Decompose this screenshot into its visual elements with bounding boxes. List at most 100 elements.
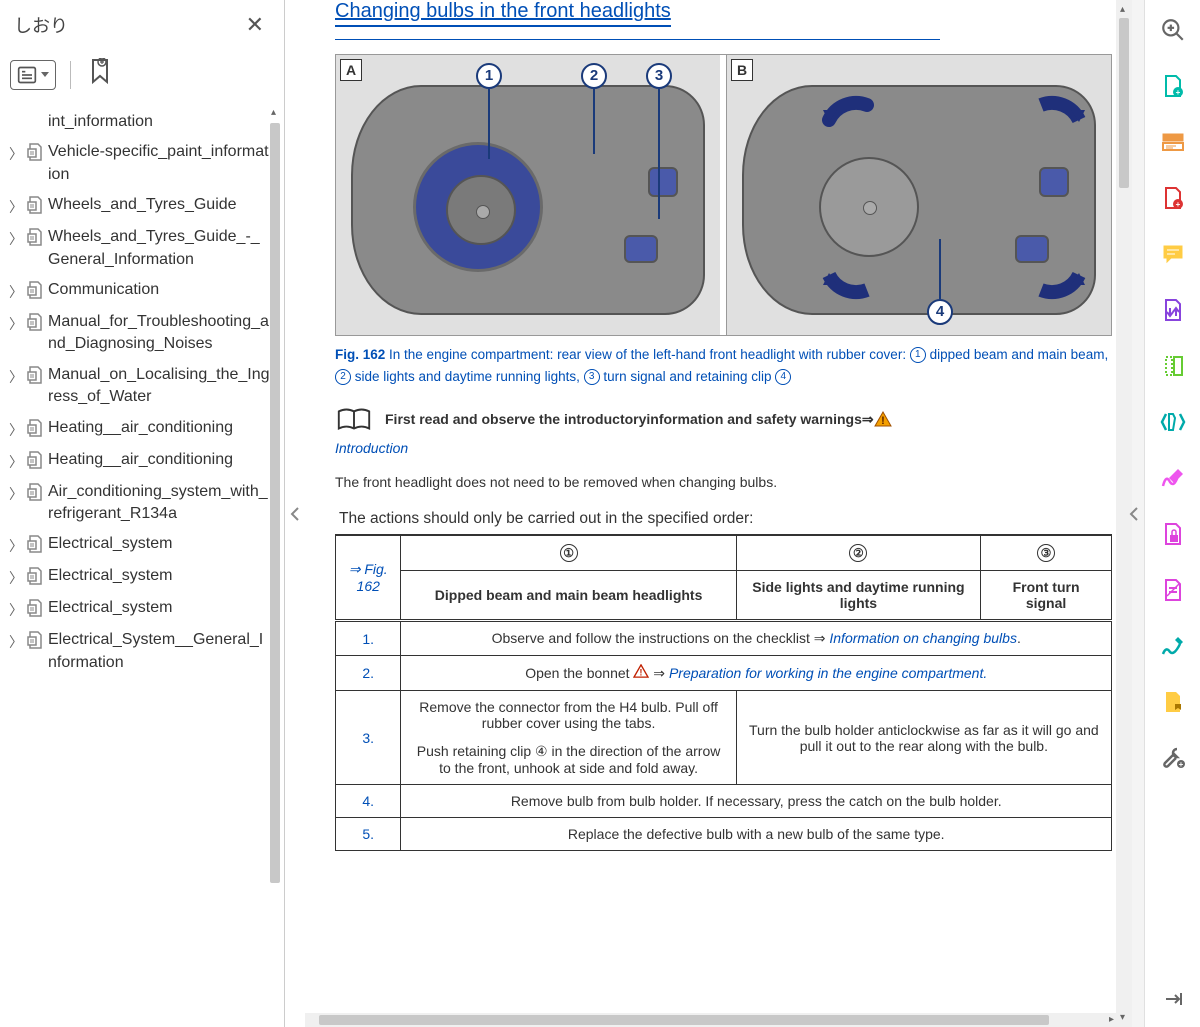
compress-button[interactable]: [1159, 352, 1187, 380]
document-viewport[interactable]: Changing bulbs in the front headlights A…: [305, 0, 1132, 1027]
bookmark-item[interactable]: 〉Electrical_system: [4, 561, 280, 593]
bookmark-item[interactable]: 〉 Electrical_System__General_Information: [4, 625, 280, 678]
chevron-right-icon[interactable]: 〉: [6, 417, 26, 440]
sidebar-toolbar: [0, 50, 284, 103]
content-scroll-thumb[interactable]: [1119, 18, 1129, 188]
collapse-sidebar-button[interactable]: [285, 0, 305, 1027]
bookmark-item[interactable]: 〉 Heating__air_conditioning: [4, 413, 280, 445]
table-row: 1. Observe and follow the instructions o…: [336, 621, 1112, 656]
chevron-right-icon[interactable]: 〉: [6, 364, 26, 387]
scroll-up-icon[interactable]: ▴: [1120, 4, 1125, 15]
combine-button[interactable]: [1159, 128, 1187, 156]
chevron-right-icon[interactable]: 〉: [6, 141, 26, 164]
more-tools-button[interactable]: +: [1159, 744, 1187, 772]
table-col3: Front turn signal: [981, 571, 1112, 621]
bookmark-item[interactable]: 〉Vehicle-specific_paint_information: [4, 137, 280, 190]
svg-text:+: +: [1178, 760, 1183, 769]
organize-button[interactable]: [1159, 296, 1187, 324]
bookmark-item[interactable]: 〉Wheels_and_Tyres_Guide: [4, 190, 280, 222]
bookmark-node-icon: [26, 533, 48, 557]
collapse-tools-button[interactable]: [1124, 506, 1144, 522]
panel-label-b: B: [731, 59, 753, 81]
bookmark-ribbon-button[interactable]: [85, 56, 115, 93]
callout-3: 3: [646, 63, 672, 89]
svg-text:!: !: [640, 668, 643, 678]
bookmark-label: Electrical_system: [48, 533, 278, 555]
zoom-button[interactable]: [1159, 16, 1187, 44]
warning-icon: !: [874, 411, 892, 430]
bookmark-node-icon: [26, 311, 48, 335]
protect-button[interactable]: [1159, 520, 1187, 548]
bookmark-node-icon: [26, 565, 48, 589]
sign-button[interactable]: [1159, 464, 1187, 492]
figure-162: A 1 2 3 B: [335, 54, 1112, 336]
chevron-right-icon[interactable]: 〉: [6, 226, 26, 249]
bookmark-item[interactable]: 〉Manual_on_Localising_the_Ingress_of_Wat…: [4, 360, 280, 413]
chevron-right-icon[interactable]: 〉: [6, 311, 26, 334]
bookmark-node-icon: [26, 279, 48, 303]
chevron-right-icon[interactable]: 〉: [6, 481, 26, 504]
bookmark-node-icon: [26, 481, 48, 505]
sidebar-header: しおり ✕: [0, 0, 284, 50]
table-col2: Side lights and daytime running lights: [736, 571, 980, 621]
bookmark-label: Electrical_System__General_Information: [48, 629, 278, 674]
sidebar-scroll-thumb[interactable]: [270, 123, 280, 883]
panel-label-a: A: [340, 59, 362, 81]
bookmark-node-icon: [26, 417, 48, 441]
scroll-right-icon[interactable]: ▸: [1109, 1014, 1114, 1025]
body-text: The front headlight does not need to be …: [335, 474, 1112, 490]
introduction-link[interactable]: Introduction: [335, 440, 1112, 456]
sidebar-scrollbar[interactable]: ▴: [268, 103, 282, 1027]
outline-options-button[interactable]: [10, 60, 56, 90]
table-col1: Dipped beam and main beam headlights: [401, 571, 736, 621]
chevron-right-icon[interactable]: 〉: [6, 565, 26, 588]
chevron-right-icon[interactable]: 〉: [6, 597, 26, 620]
bookmark-node-icon: [26, 597, 48, 621]
bookmark-tree[interactable]: int_information〉Vehicle-specific_paint_i…: [0, 103, 284, 1027]
chevron-right-icon[interactable]: 〉: [6, 279, 26, 302]
close-icon[interactable]: ✕: [240, 8, 270, 42]
scroll-down-icon[interactable]: ▾: [1120, 1012, 1125, 1023]
bookmark-item[interactable]: 〉Communication: [4, 275, 280, 307]
bookmark-item[interactable]: 〉 Electrical_system: [4, 529, 280, 561]
chevron-right-icon[interactable]: 〉: [6, 449, 26, 472]
send-button[interactable]: [1159, 688, 1187, 716]
bookmark-item[interactable]: 〉 Wheels_and_Tyres_Guide_-_General_Inform…: [4, 222, 280, 275]
svg-text:+: +: [1175, 200, 1180, 209]
bookmark-label: Heating__air_conditioning: [48, 417, 278, 439]
bookmark-node-icon: [26, 364, 48, 388]
bookmark-item[interactable]: 〉 Heating__air_conditioning: [4, 445, 280, 477]
sidebar: しおり ✕ int_information〉Vehicle-specific_p…: [0, 0, 285, 1027]
redact-button[interactable]: [1159, 576, 1187, 604]
svg-text:!: !: [881, 415, 885, 427]
bookmark-item[interactable]: 〉Air_conditioning_system_with_refrigeran…: [4, 477, 280, 530]
chevron-right-icon[interactable]: 〉: [6, 629, 26, 652]
table-row: 5. Replace the defective bulb with a new…: [336, 818, 1112, 851]
bookmark-icon: [87, 58, 113, 88]
scan-button[interactable]: [1159, 408, 1187, 436]
engine-prep-link[interactable]: Preparation for working in the engine co…: [669, 665, 987, 681]
bookmark-item[interactable]: int_information: [4, 107, 280, 137]
create-pdf-button[interactable]: +: [1159, 72, 1187, 100]
table-header-c1: ①: [401, 535, 736, 571]
comment-button[interactable]: [1159, 240, 1187, 268]
figure-caption: Fig. 162 In the engine compartment: rear…: [335, 344, 1112, 387]
edit-button[interactable]: [1159, 632, 1187, 660]
bookmark-label: Electrical_system: [48, 597, 278, 619]
export-pdf-button[interactable]: +: [1159, 184, 1187, 212]
bookmark-item[interactable]: 〉 Electrical_system: [4, 593, 280, 625]
content-hscroll-thumb[interactable]: [319, 1015, 1049, 1025]
book-icon: [335, 405, 373, 436]
chevron-right-icon[interactable]: 〉: [6, 194, 26, 217]
table-title: The actions should only be carried out i…: [335, 510, 1112, 528]
bookmark-item[interactable]: 〉Manual_for_Troubleshooting_and_Diagnosi…: [4, 307, 280, 360]
warning-icon: !: [633, 665, 649, 681]
scroll-up-icon[interactable]: ▴: [271, 107, 276, 118]
bookmark-label: Wheels_and_Tyres_Guide_-_General_Informa…: [48, 226, 278, 271]
chevron-right-icon[interactable]: 〉: [6, 533, 26, 556]
page: Changing bulbs in the front headlights A…: [305, 0, 1132, 871]
info-changing-bulbs-link[interactable]: Information on changing bulbs: [829, 630, 1017, 646]
content-scrollbar-h[interactable]: ▸: [305, 1013, 1116, 1027]
bookmark-label: Heating__air_conditioning: [48, 449, 278, 471]
expand-toolbar-button[interactable]: [1159, 985, 1187, 1013]
